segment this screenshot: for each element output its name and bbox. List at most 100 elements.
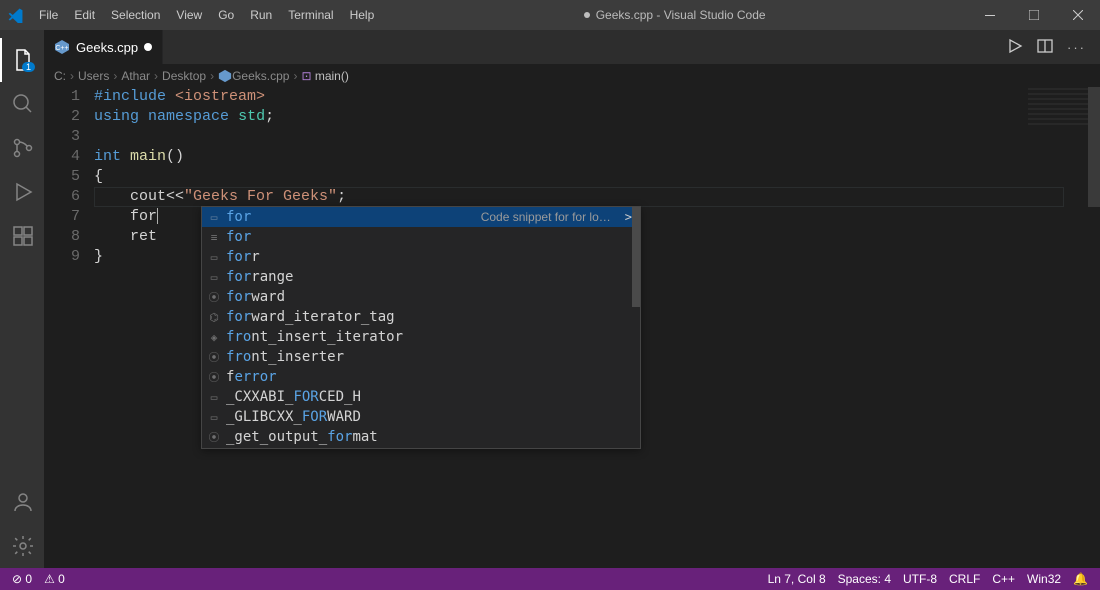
activity-bar: 1 [0, 30, 44, 568]
suggestion-label: front_inserter [226, 349, 344, 365]
status-target[interactable]: Win32 [1021, 572, 1067, 586]
suggestion-label: forrange [226, 269, 293, 285]
suggestion-label: forr [226, 249, 260, 265]
status-encoding[interactable]: UTF-8 [897, 572, 943, 586]
activity-source-control[interactable] [0, 126, 44, 170]
suggestion-item[interactable]: ▭_GLIBCXX_FORWARD [202, 407, 640, 427]
window-controls [968, 0, 1100, 30]
suggestion-item[interactable]: ⦿ferror [202, 367, 640, 387]
suggestion-item[interactable]: ⦿_get_output_format [202, 427, 640, 447]
suggestion-label: forward [226, 289, 285, 305]
status-warnings[interactable]: ⚠ 0 [38, 572, 71, 586]
suggestion-item[interactable]: ⦿forward [202, 287, 640, 307]
breadcrumb[interactable]: C:› Users› Athar› Desktop› Geeks.cpp› ⊡ … [44, 65, 1100, 87]
code-line[interactable]: using namespace std; [94, 107, 1100, 127]
line-number: 1 [44, 87, 80, 107]
menu-file[interactable]: File [32, 4, 65, 26]
breadcrumb-segment[interactable]: Desktop [162, 69, 206, 83]
suggestion-item[interactable]: ▭forrange [202, 267, 640, 287]
line-number-gutter: 123456789 [44, 87, 94, 568]
status-notifications[interactable]: 🔔 [1067, 572, 1094, 586]
suggestion-item[interactable]: ▭forr [202, 247, 640, 267]
code-line[interactable]: #include <iostream> [94, 87, 1100, 107]
menu-view[interactable]: View [169, 4, 209, 26]
menu-help[interactable]: Help [343, 4, 382, 26]
menu-terminal[interactable]: Terminal [281, 4, 340, 26]
suggestion-kind-icon: ▭ [206, 249, 222, 265]
minimize-button[interactable] [968, 0, 1012, 30]
suggestion-item[interactable]: ▭forCode snippet for for lo…> [202, 207, 640, 227]
line-number: 4 [44, 147, 80, 167]
status-bar: ⊘ 0 ⚠ 0 Ln 7, Col 8 Spaces: 4 UTF-8 CRLF… [0, 568, 1100, 590]
suggestion-item[interactable]: ◈front_insert_iterator [202, 327, 640, 347]
suggestion-label: _get_output_format [226, 429, 378, 445]
suggestion-kind-icon: ▭ [206, 269, 222, 285]
title-bar: File Edit Selection View Go Run Terminal… [0, 0, 1100, 30]
breadcrumb-segment[interactable]: ⊡ main() [301, 69, 348, 83]
window-title-text: Geeks.cpp - Visual Studio Code [596, 8, 766, 22]
code-line[interactable]: cout<<"Geeks For Geeks"; [94, 187, 1100, 207]
line-number: 8 [44, 227, 80, 247]
scrollbar-thumb[interactable] [1088, 87, 1100, 207]
suggestion-item[interactable]: ▭_CXXABI_FORCED_H [202, 387, 640, 407]
cpp-file-icon [218, 69, 232, 83]
modified-dot-icon [584, 12, 590, 18]
suggestion-kind-icon: ▭ [206, 389, 222, 405]
suggestion-label: for [226, 209, 251, 225]
activity-extensions[interactable] [0, 214, 44, 258]
breadcrumb-segment[interactable]: Athar [121, 69, 150, 83]
window-title: Geeks.cpp - Visual Studio Code [381, 8, 968, 22]
menu-selection[interactable]: Selection [104, 4, 167, 26]
suggestion-kind-icon: ⦿ [206, 289, 222, 305]
suggest-scrollbar[interactable] [632, 207, 640, 307]
line-number: 3 [44, 127, 80, 147]
suggestion-label: _CXXABI_FORCED_H [226, 389, 361, 405]
editor-scrollbar[interactable] [1088, 87, 1100, 568]
code-line[interactable] [94, 127, 1100, 147]
suggestion-kind-icon: ⦿ [206, 349, 222, 365]
activity-search[interactable] [0, 82, 44, 126]
activity-run-debug[interactable] [0, 170, 44, 214]
status-spaces[interactable]: Spaces: 4 [832, 572, 897, 586]
activity-account[interactable] [0, 480, 44, 524]
menu-go[interactable]: Go [211, 4, 241, 26]
intellisense-popup[interactable]: ▭forCode snippet for for lo…>≡for▭forr▭f… [201, 206, 641, 449]
suggestion-kind-icon: ⦿ [206, 369, 222, 385]
close-button[interactable] [1056, 0, 1100, 30]
tab-geeks-cpp[interactable]: C++ Geeks.cpp [44, 30, 163, 64]
suggestion-label: forward_iterator_tag [226, 309, 395, 325]
more-actions-button[interactable]: ··· [1067, 40, 1086, 55]
modified-dot-icon [144, 43, 152, 51]
menu-edit[interactable]: Edit [67, 4, 102, 26]
suggestion-kind-icon: ≡ [206, 229, 222, 245]
suggestion-item[interactable]: ⌬forward_iterator_tag [202, 307, 640, 327]
activity-settings[interactable] [0, 524, 44, 568]
code-line[interactable]: int main() [94, 147, 1100, 167]
status-errors[interactable]: ⊘ 0 [6, 572, 38, 586]
editor-tabs: C++ Geeks.cpp ··· [44, 30, 1100, 65]
minimap[interactable] [1028, 88, 1088, 128]
status-language[interactable]: C++ [986, 572, 1021, 586]
maximize-button[interactable] [1012, 0, 1056, 30]
suggestion-kind-icon: ▭ [206, 209, 222, 225]
run-file-button[interactable] [1007, 38, 1023, 57]
split-editor-button[interactable] [1037, 38, 1053, 57]
status-line-col[interactable]: Ln 7, Col 8 [762, 572, 832, 586]
suggestion-kind-icon: ⦿ [206, 429, 222, 445]
suggestion-label: _GLIBCXX_FORWARD [226, 409, 361, 425]
line-number: 5 [44, 167, 80, 187]
suggestion-item[interactable]: ≡for [202, 227, 640, 247]
cpp-file-icon: C++ [54, 39, 70, 55]
suggestion-label: for [226, 229, 251, 245]
line-number: 2 [44, 107, 80, 127]
suggestion-item[interactable]: ⦿front_inserter [202, 347, 640, 367]
breadcrumb-segment[interactable]: Geeks.cpp [232, 69, 289, 83]
activity-explorer[interactable]: 1 [0, 38, 44, 82]
status-eol[interactable]: CRLF [943, 572, 986, 586]
menu-run[interactable]: Run [243, 4, 279, 26]
code-line[interactable]: { [94, 167, 1100, 187]
breadcrumb-segment[interactable]: C: [54, 69, 66, 83]
suggestion-kind-icon: ◈ [206, 329, 222, 345]
breadcrumb-segment[interactable]: Users [78, 69, 109, 83]
suggestion-description: Code snippet for for lo… [481, 210, 621, 224]
